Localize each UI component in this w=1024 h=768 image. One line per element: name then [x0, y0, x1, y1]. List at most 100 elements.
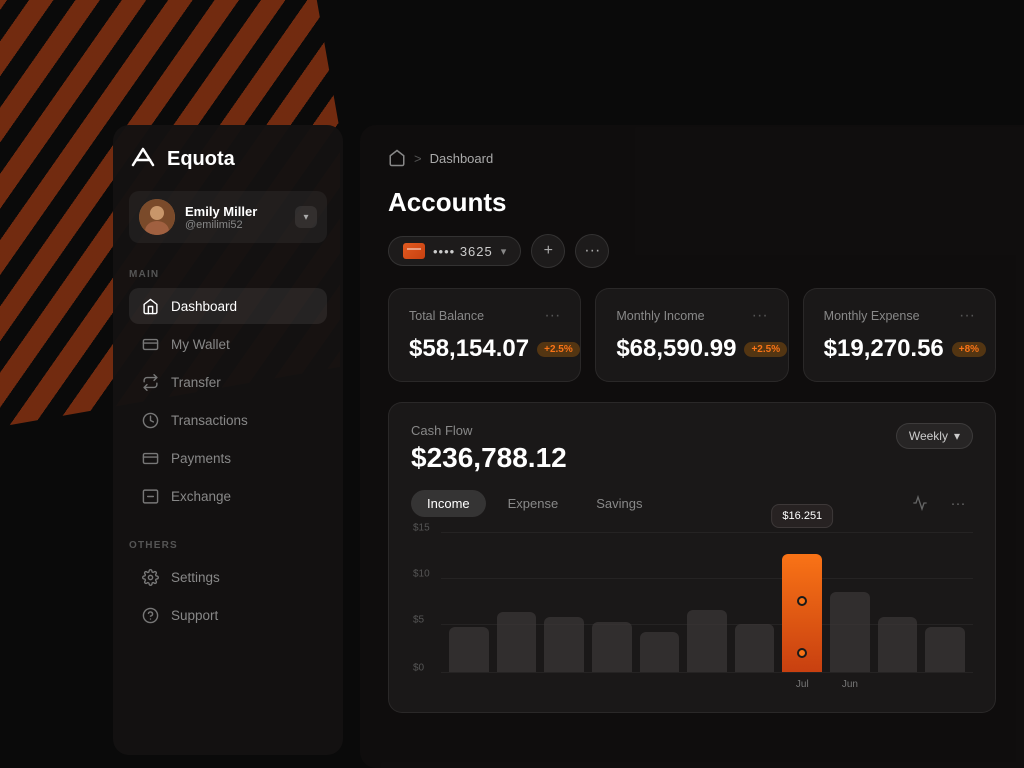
- sidebar-item-payments[interactable]: Payments: [129, 440, 327, 476]
- home-icon: [141, 297, 159, 315]
- sidebar-item-settings[interactable]: Settings: [129, 559, 327, 595]
- main-content: > Dashboard Accounts •••• 3625 ▾ + ··· T…: [360, 125, 1024, 768]
- sidebar-logo: Equota: [129, 145, 327, 173]
- sidebar-item-wallet-label: My Wallet: [171, 337, 230, 352]
- user-chevron-icon[interactable]: ▾: [295, 206, 317, 228]
- user-info: Emily Miller @emilimi52: [185, 204, 285, 231]
- monthly-expense-value: $19,270.56 +8%: [824, 335, 975, 363]
- bar-3: [544, 617, 584, 672]
- bar-jun-label: Jun: [842, 679, 858, 690]
- main-nav: Dashboard My Wallet Transfer: [129, 288, 327, 514]
- total-balance-title: Total Balance: [409, 309, 484, 323]
- plus-icon: +: [544, 242, 553, 260]
- card-icon: [403, 243, 425, 259]
- bar-dot-top: [797, 596, 807, 606]
- sidebar-item-transfer[interactable]: Transfer: [129, 364, 327, 400]
- home-breadcrumb-icon: [388, 149, 406, 167]
- bar-chart: $15 $10 $5 $0: [411, 532, 973, 692]
- monthly-expense-card: Monthly Expense ··· $19,270.56 +8%: [803, 288, 996, 382]
- ellipsis-icon: ···: [584, 242, 600, 260]
- tab-expense[interactable]: Expense: [492, 490, 575, 517]
- chart-actions: ···: [905, 488, 973, 518]
- monthly-expense-title: Monthly Expense: [824, 309, 920, 323]
- user-handle: @emilimi52: [185, 219, 285, 231]
- settings-icon: [141, 568, 159, 586]
- transfer-icon: [141, 373, 159, 391]
- transactions-icon: [141, 411, 159, 429]
- sidebar-item-support[interactable]: Support: [129, 597, 327, 633]
- breadcrumb-separator: >: [414, 151, 422, 166]
- total-balance-badge: +2.5%: [537, 342, 580, 357]
- monthly-income-card: Monthly Income ··· $68,590.99 +2.5%: [595, 288, 788, 382]
- bar-dot-bottom: [797, 648, 807, 658]
- bar-11: [925, 627, 965, 672]
- others-nav: Settings Support: [129, 559, 327, 633]
- bar-jun: Jun: [830, 592, 870, 672]
- sidebar-item-dashboard[interactable]: Dashboard: [129, 288, 327, 324]
- cashflow-value: $236,788.12: [411, 442, 567, 474]
- app-name: Equota: [167, 148, 235, 171]
- accounts-title: Accounts: [388, 187, 996, 218]
- sidebar-item-dashboard-label: Dashboard: [171, 299, 237, 314]
- total-balance-card: Total Balance ··· $58,154.07 +2.5%: [388, 288, 581, 382]
- account-chevron-icon: ▾: [501, 245, 507, 258]
- account-number: •••• 3625: [433, 244, 493, 259]
- total-balance-header: Total Balance ···: [409, 307, 560, 325]
- monthly-expense-badge: +8%: [952, 342, 986, 357]
- more-options-button[interactable]: ···: [575, 234, 609, 268]
- sidebar-item-transfer-label: Transfer: [171, 375, 221, 390]
- monthly-income-header: Monthly Income ···: [616, 307, 767, 325]
- sidebar-item-transactions-label: Transactions: [171, 413, 248, 428]
- cashflow-tabs: Income Expense Savings ···: [411, 488, 973, 518]
- wallet-icon: [141, 335, 159, 353]
- exchange-icon: [141, 487, 159, 505]
- cashflow-period-selector[interactable]: Weekly ▾: [896, 423, 973, 449]
- sidebar-item-exchange[interactable]: Exchange: [129, 478, 327, 514]
- payments-icon: [141, 449, 159, 467]
- bar-2: [497, 612, 537, 672]
- sidebar-item-transactions[interactable]: Transactions: [129, 402, 327, 438]
- bar-jul: $16.251 Jul: [782, 554, 822, 672]
- sidebar: Equota Emily Miller @emilimi52 ▾ MAIN: [113, 125, 343, 755]
- user-name: Emily Miller: [185, 204, 285, 219]
- user-profile[interactable]: Emily Miller @emilimi52 ▾: [129, 191, 327, 243]
- sidebar-item-exchange-label: Exchange: [171, 489, 231, 504]
- cashflow-info: Cash Flow $236,788.12: [411, 423, 567, 474]
- sidebar-item-settings-label: Settings: [171, 570, 220, 585]
- monthly-expense-header: Monthly Expense ···: [824, 307, 975, 325]
- sidebar-item-wallet[interactable]: My Wallet: [129, 326, 327, 362]
- equota-logo-icon: [129, 145, 157, 173]
- account-pill[interactable]: •••• 3625 ▾: [388, 236, 521, 266]
- tab-income[interactable]: Income: [411, 490, 486, 517]
- monthly-income-badge: +2.5%: [744, 342, 787, 357]
- breadcrumb-current: Dashboard: [430, 151, 494, 166]
- breadcrumb: > Dashboard: [388, 149, 996, 167]
- monthly-expense-menu[interactable]: ···: [959, 307, 975, 325]
- total-balance-menu[interactable]: ···: [544, 307, 560, 325]
- account-selector: •••• 3625 ▾ + ···: [388, 234, 996, 268]
- bar-6: [687, 610, 727, 672]
- cashflow-header: Cash Flow $236,788.12 Weekly ▾: [411, 423, 973, 474]
- tab-savings[interactable]: Savings: [580, 490, 658, 517]
- chart-more-icon[interactable]: ···: [943, 488, 973, 518]
- monthly-income-value: $68,590.99 +2.5%: [616, 335, 767, 363]
- avatar: [139, 199, 175, 235]
- bar-1: [449, 627, 489, 672]
- monthly-income-menu[interactable]: ···: [752, 307, 768, 325]
- stats-row: Total Balance ··· $58,154.07 +2.5% Month…: [388, 288, 996, 382]
- total-balance-value: $58,154.07 +2.5%: [409, 335, 560, 363]
- main-section-label: MAIN: [129, 269, 327, 280]
- bar-jul-label: Jul: [796, 679, 809, 690]
- chevron-down-icon: ▾: [954, 429, 960, 443]
- cashflow-card: Cash Flow $236,788.12 Weekly ▾ Income Ex…: [388, 402, 996, 713]
- bar-10: [878, 617, 918, 672]
- bars-container: $16.251 Jul Jun: [441, 532, 973, 672]
- monthly-income-title: Monthly Income: [616, 309, 704, 323]
- add-account-button[interactable]: +: [531, 234, 565, 268]
- bar-7: [735, 624, 775, 672]
- support-icon: [141, 606, 159, 624]
- bar-5: [640, 632, 680, 672]
- chart-type-icon[interactable]: [905, 488, 935, 518]
- others-section-label: OTHERS: [129, 540, 327, 551]
- sidebar-item-payments-label: Payments: [171, 451, 231, 466]
